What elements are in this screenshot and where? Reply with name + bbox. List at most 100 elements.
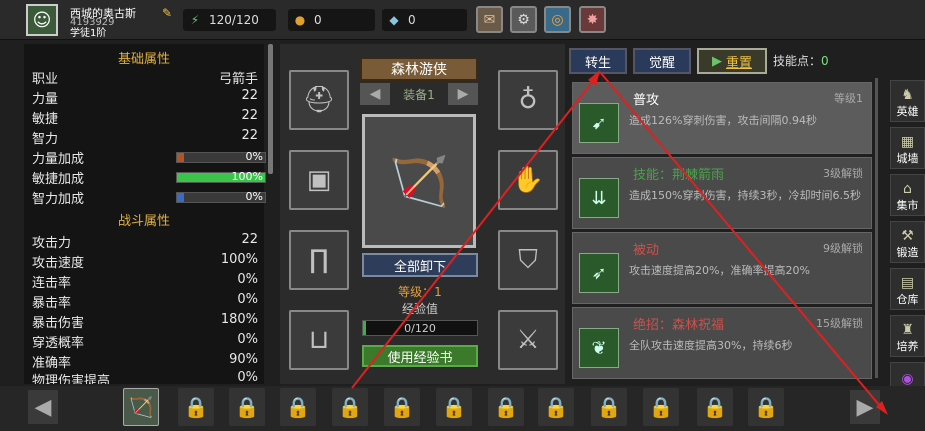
armor-slot[interactable]: ▣ xyxy=(289,150,349,210)
lock-icon: 🔒 xyxy=(234,395,260,419)
lock-icon: 🔒 xyxy=(493,395,519,419)
next-set-button[interactable]: ▶ xyxy=(448,83,478,105)
nav-market[interactable]: ⌂ 集市 xyxy=(890,174,925,216)
gold-display: ● 0 xyxy=(288,9,375,31)
lock-icon: 🔒 xyxy=(285,395,311,419)
necklace-slot[interactable]: ♁ xyxy=(498,70,558,130)
stat-row: 敏捷 22 xyxy=(32,108,258,127)
color-wheel-icon: ◎ xyxy=(551,11,564,28)
exp-bar: 0/120 xyxy=(362,320,478,336)
energy-value: 120/120 xyxy=(209,13,259,27)
roster-hero-slot-locked[interactable]: 🔒 xyxy=(384,388,420,426)
stat-row: 连击率 0% xyxy=(32,272,258,291)
weapon-slot[interactable]: ⚔ xyxy=(498,310,558,370)
nav-wall[interactable]: ▦ 城墙 xyxy=(890,127,925,169)
stat-row: 职业 弓箭手 xyxy=(32,72,258,87)
stat-bonus-row: 敏捷加成 100% xyxy=(32,168,266,188)
glove-icon: ✋ xyxy=(511,165,545,195)
nav-train[interactable]: ♜ 培养 xyxy=(890,315,925,357)
arrow-left-icon: ◀ xyxy=(34,394,52,420)
roster-hero-slot-locked[interactable]: 🔒 xyxy=(748,388,784,426)
nav-forge[interactable]: ⚒ 锻造 xyxy=(890,221,925,263)
skill-card[interactable]: ⇊ 技能：荆棘箭雨 3级解锁 造成150%穿刺伤害，持续3秒，冷却时间6.5秒 xyxy=(572,157,872,229)
basic-attack-skill-icon: ➹ xyxy=(579,103,619,143)
wheel-button[interactable]: ◎ xyxy=(544,6,571,33)
archer-hero-icon: 🏹 xyxy=(128,395,154,419)
train-icon: ♜ xyxy=(901,322,914,338)
stat-row: 力量 22 xyxy=(32,88,258,107)
use-exp-book-button[interactable]: 使用经验书 xyxy=(362,345,478,367)
agility-bonus-bar: 100% xyxy=(176,170,266,183)
exp-value: 0/120 xyxy=(404,321,436,335)
roster-hero-slot-locked[interactable]: 🔒 xyxy=(643,388,679,426)
skills-scrollbar[interactable] xyxy=(875,78,878,378)
energy-icon: ⚡ xyxy=(190,13,200,27)
lock-icon: 🔒 xyxy=(183,395,209,419)
roster-hero-slot-locked[interactable]: 🔒 xyxy=(332,388,368,426)
roster-next-button[interactable]: ▶ xyxy=(850,390,880,424)
lock-icon: 🔒 xyxy=(389,395,415,419)
archer-hero-icon: 🏹 xyxy=(389,153,449,210)
skill-card[interactable]: ➹ 普攻 等级1 造成126%穿刺伤害，攻击间隔0.94秒 xyxy=(572,82,872,154)
lock-icon: 🔒 xyxy=(648,395,674,419)
helmet-icon: ⛑ xyxy=(302,85,336,115)
energy-display: ⚡ 120/120 xyxy=(183,9,276,31)
lock-icon: 🔒 xyxy=(337,395,363,419)
tab-awaken[interactable]: 觉醒 xyxy=(633,48,691,74)
boots-slot[interactable]: ⊔ xyxy=(289,310,349,370)
arrow-right-icon: ▶ xyxy=(457,86,469,102)
lock-icon: 🔒 xyxy=(543,395,569,419)
roster-hero-slot-locked[interactable]: 🔒 xyxy=(488,388,524,426)
unequip-all-button[interactable]: 全部卸下 xyxy=(362,253,478,277)
gold-value: 0 xyxy=(314,13,322,27)
roster-hero-slot-locked[interactable]: 🔒 xyxy=(178,388,214,426)
settings-button[interactable]: ⚙ xyxy=(510,6,537,33)
stat-row: 物理伤害提高 0% xyxy=(32,370,258,384)
pants-slot[interactable]: ∏ xyxy=(289,230,349,290)
roster-hero-slot-locked[interactable]: 🔒 xyxy=(280,388,316,426)
roster-hero-slot-locked[interactable]: 🔒 xyxy=(229,388,265,426)
roster-hero-slot-locked[interactable]: 🔒 xyxy=(436,388,472,426)
event-button[interactable]: ✸ xyxy=(579,6,606,33)
lock-icon: 🔒 xyxy=(702,395,728,419)
arrow-right-icon: ▶ xyxy=(856,394,874,420)
skill-card[interactable]: ❦ 绝招：森林祝福 15级解锁 全队攻击速度提高30%，持续6秒 xyxy=(572,307,872,379)
reset-skills-button[interactable]: ▶ 重置 xyxy=(697,48,767,74)
stats-scrollbar[interactable] xyxy=(268,44,273,174)
lock-icon: 🔒 xyxy=(441,395,467,419)
player-avatar[interactable]: ☺ xyxy=(26,4,58,36)
stat-bonus-row: 力量加成 0% xyxy=(32,148,266,168)
shield-icon: ⛉ xyxy=(518,244,538,275)
edit-name-icon[interactable]: ✎ xyxy=(162,6,176,20)
gem-display: ◆ 0 xyxy=(382,9,467,31)
roster-hero-slot-locked[interactable]: 🔒 xyxy=(697,388,733,426)
passive-skill-icon: ➶ xyxy=(579,253,619,293)
hero-portrait: 🏹 xyxy=(362,114,476,248)
warehouse-icon: ▤ xyxy=(900,275,915,291)
gem-icon: ◆ xyxy=(389,13,399,27)
nav-hero[interactable]: ♞ 英雄 xyxy=(890,80,925,122)
lock-icon: 🔒 xyxy=(753,395,779,419)
boots-icon: ⊔ xyxy=(308,325,330,355)
stat-row: 攻击速度 100% xyxy=(32,252,258,271)
roster-hero-slot-active[interactable]: 🏹 xyxy=(123,388,159,426)
exp-label: 经验值 xyxy=(401,302,438,316)
gloves-slot[interactable]: ✋ xyxy=(498,150,558,210)
mail-button[interactable]: ✉ xyxy=(476,6,503,33)
helmet-slot[interactable]: ⛑ xyxy=(289,70,349,130)
shield-slot[interactable]: ⛉ xyxy=(498,230,558,290)
skill-card[interactable]: ➶ 被动 9级解锁 攻击速度提高20%，准确率提高20% xyxy=(572,232,872,304)
stat-row: 攻击力 22 xyxy=(32,232,258,251)
pants-icon: ∏ xyxy=(309,245,329,275)
tab-rebirth[interactable]: 转生 xyxy=(569,48,627,74)
hero-class-title: 森林游侠 xyxy=(360,57,478,81)
roster-prev-button[interactable]: ◀ xyxy=(28,390,58,424)
nav-warehouse[interactable]: ▤ 仓库 xyxy=(890,268,925,310)
roster-hero-slot-locked[interactable]: 🔒 xyxy=(591,388,627,426)
strength-bonus-bar: 0% xyxy=(176,150,266,163)
lock-icon: 🔒 xyxy=(596,395,622,419)
roster-hero-slot-locked[interactable]: 🔒 xyxy=(538,388,574,426)
gem-value: 0 xyxy=(408,13,416,27)
stat-row: 准确率 90% xyxy=(32,352,258,371)
basic-stats-title: 基础属性 xyxy=(117,52,170,67)
